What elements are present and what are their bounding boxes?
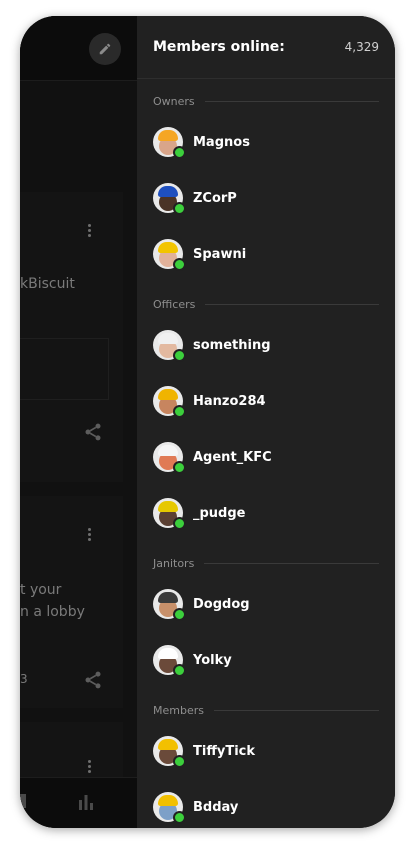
- online-status-icon: [173, 811, 186, 824]
- pencil-icon: [99, 43, 111, 55]
- member-name: ZCorP: [193, 190, 237, 206]
- section-label: Janitors: [153, 557, 195, 570]
- post-card[interactable]: [20, 192, 123, 482]
- more-icon[interactable]: [88, 224, 92, 239]
- post-card[interactable]: [20, 496, 123, 708]
- share-icon[interactable]: [83, 422, 103, 442]
- member-name: something: [193, 337, 271, 353]
- online-status-icon: [173, 202, 186, 215]
- online-status-icon: [173, 755, 186, 768]
- section-label: Members: [153, 704, 204, 717]
- share-icon[interactable]: [83, 670, 103, 690]
- post-embed: [20, 338, 109, 400]
- nav-icon[interactable]: [20, 794, 28, 810]
- member-name: Agent_KFC: [193, 449, 272, 465]
- member-name: Hanzo284: [193, 393, 266, 409]
- member-name: Spawni: [193, 246, 247, 262]
- post-card[interactable]: [20, 722, 123, 782]
- member-name: Magnos: [193, 134, 250, 150]
- avatar: [153, 498, 186, 530]
- member-item[interactable]: Magnos: [137, 114, 395, 170]
- bottom-nav: [20, 777, 137, 828]
- stats-icon[interactable]: [78, 794, 94, 810]
- member-list: Owners Magnos ZCorP Spawni Officers something…: [137, 95, 395, 828]
- section-divider: [213, 710, 379, 711]
- avatar: [153, 736, 186, 768]
- avatar: [153, 589, 186, 621]
- avatar: [153, 183, 186, 215]
- member-item[interactable]: Yolky: [137, 632, 395, 688]
- member-item[interactable]: Hanzo284: [137, 373, 395, 429]
- avatar: [153, 330, 186, 362]
- member-item[interactable]: ZCorP: [137, 170, 395, 226]
- background-app: kBiscuit t your n a lobby 3: [20, 16, 137, 828]
- avatar: [153, 386, 186, 418]
- drawer-header: Members online: 4,329: [137, 16, 395, 79]
- member-name: TiffyTick: [193, 743, 256, 759]
- member-item[interactable]: Dogdog: [137, 576, 395, 632]
- member-item[interactable]: Bdday: [137, 779, 395, 828]
- avatar: [153, 127, 186, 159]
- online-status-icon: [173, 258, 186, 271]
- post-snippet: t your: [20, 582, 62, 598]
- avatar: [153, 792, 186, 824]
- edit-button[interactable]: [89, 33, 121, 65]
- drawer-title: Members online:: [153, 39, 285, 55]
- section-divider: [204, 101, 379, 102]
- section-divider: [205, 304, 379, 305]
- member-item[interactable]: Agent_KFC: [137, 429, 395, 485]
- member-name: Yolky: [193, 652, 232, 668]
- online-status-icon: [173, 608, 186, 621]
- more-icon[interactable]: [88, 760, 92, 775]
- online-status-icon: [173, 146, 186, 159]
- section-header: Officers: [153, 298, 379, 311]
- member-item[interactable]: TiffyTick: [137, 723, 395, 779]
- online-status-icon: [173, 461, 186, 474]
- section-label: Owners: [153, 95, 195, 108]
- online-status-icon: [173, 349, 186, 362]
- online-status-icon: [173, 517, 186, 530]
- online-count: 4,329: [344, 40, 379, 54]
- post-snippet: n a lobby: [20, 604, 85, 620]
- phone-frame: kBiscuit t your n a lobby 3 Members onli…: [20, 16, 395, 828]
- member-name: _pudge: [193, 505, 246, 521]
- section-label: Officers: [153, 298, 196, 311]
- section-divider: [204, 563, 379, 564]
- more-icon[interactable]: [88, 528, 92, 543]
- post-snippet: kBiscuit: [20, 276, 75, 292]
- online-status-icon: [173, 664, 186, 677]
- avatar: [153, 645, 186, 677]
- app-top-bar: [20, 16, 137, 81]
- section-header: Janitors: [153, 557, 379, 570]
- member-item[interactable]: Spawni: [137, 226, 395, 282]
- member-name: Dogdog: [193, 596, 250, 612]
- member-item[interactable]: _pudge: [137, 485, 395, 541]
- avatar: [153, 239, 186, 271]
- member-item[interactable]: something: [137, 317, 395, 373]
- section-header: Owners: [153, 95, 379, 108]
- members-drawer: Members online: 4,329 Owners Magnos ZCorP S…: [137, 16, 395, 828]
- online-status-icon: [173, 405, 186, 418]
- avatar: [153, 442, 186, 474]
- member-name: Bdday: [193, 799, 239, 815]
- post-stat: 3: [20, 672, 28, 686]
- section-header: Members: [153, 704, 379, 717]
